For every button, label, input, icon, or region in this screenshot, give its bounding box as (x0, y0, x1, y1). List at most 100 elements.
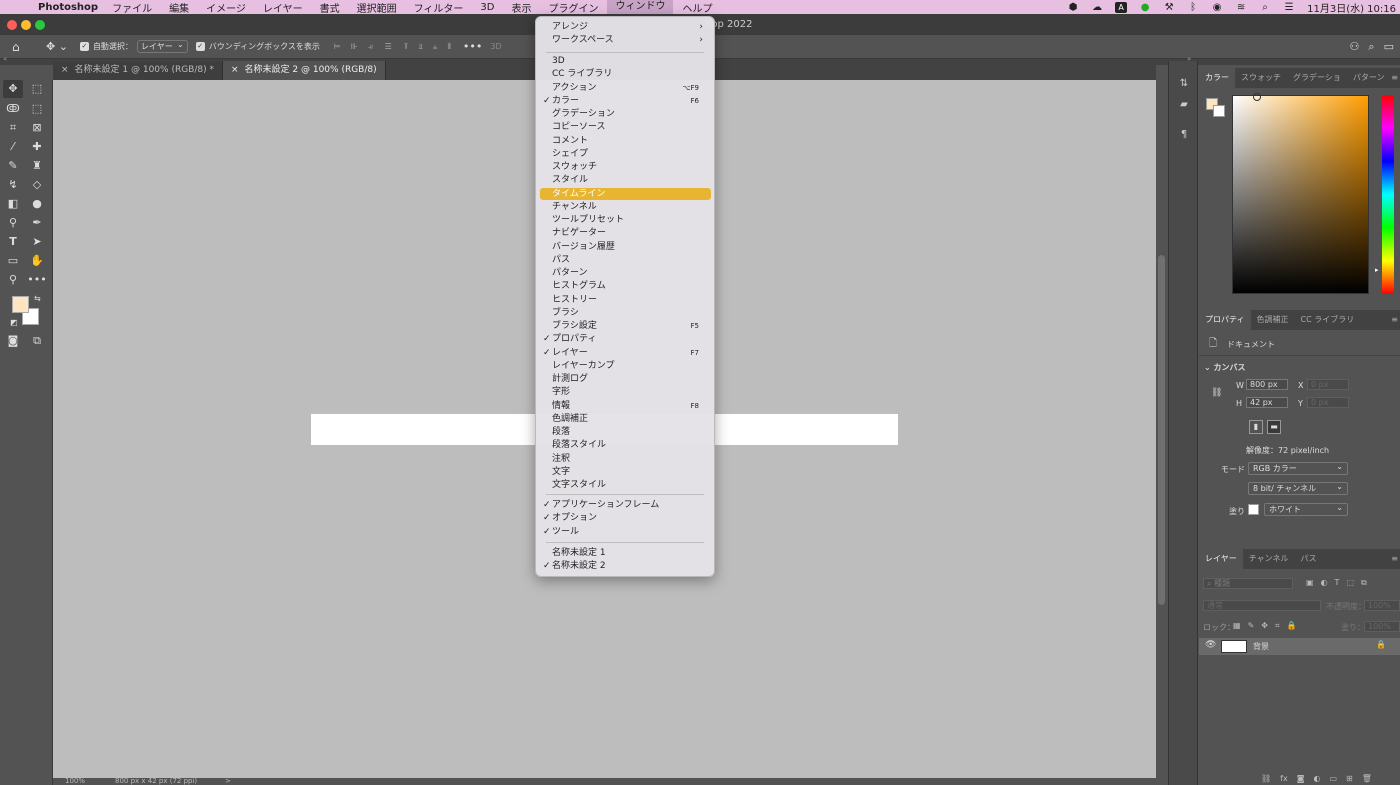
align-top-icon[interactable]: ⫪ (404, 42, 409, 52)
window-menu-item[interactable]: ✓ 名称未設定 2 (540, 560, 711, 572)
layer-name[interactable]: 背景 (1253, 641, 1269, 652)
window-menu-item[interactable]: 段落スタイル (540, 439, 711, 451)
distribute-spacing-icon[interactable]: ⦀ (447, 42, 451, 52)
height-field[interactable]: 42 px (1246, 397, 1288, 408)
path-select-tool-icon[interactable]: ➤ (27, 233, 47, 251)
menu-image[interactable]: イメージ (206, 0, 246, 15)
tab-swatches[interactable]: スウォッチ (1235, 68, 1287, 88)
color-panel-background-swatch[interactable] (1213, 105, 1225, 117)
add-mask-icon[interactable]: ◙ (1297, 774, 1305, 783)
stamp-tool-icon[interactable]: ♜ (27, 157, 47, 175)
3d-mode-label[interactable]: 3D (490, 42, 501, 51)
eyedropper-tool-icon[interactable]: ⁄ (3, 138, 23, 156)
filter-adjustment-icon[interactable]: ◐ (1321, 578, 1328, 588)
tab-gradients[interactable]: グラデーショ (1287, 68, 1347, 88)
window-menu-item[interactable]: レイヤーカンプ (540, 360, 711, 372)
window-menu-item[interactable]: バージョン履歴 (540, 241, 711, 253)
delete-layer-icon[interactable]: 🗑 (1362, 774, 1372, 783)
tab-document-1[interactable]: × 名称未設定 1 @ 100% (RGB/8) * (53, 61, 223, 80)
rectangle-tool-icon[interactable]: ▭ (3, 252, 23, 270)
window-menu-item[interactable]: グラデーション (540, 108, 711, 120)
layer-fill-field[interactable]: 100% (1364, 621, 1400, 632)
color-field[interactable] (1232, 93, 1369, 294)
menu-window[interactable]: ウィンドウ (607, 0, 674, 14)
window-menu-item[interactable]: タイムライン (540, 187, 711, 200)
layer-style-icon[interactable]: fx (1280, 774, 1288, 783)
tab-adjustments[interactable]: 色調補正 (1251, 310, 1295, 330)
menu-filter[interactable]: フィルター (414, 0, 464, 15)
lock-transparent-icon[interactable]: ▦ (1233, 621, 1241, 631)
menu-help[interactable]: ヘルプ (682, 0, 712, 15)
zoom-level[interactable]: 100% (65, 777, 85, 785)
window-menu-item[interactable]: コメント (540, 135, 711, 147)
window-menu-item[interactable]: 情報 F8 (540, 400, 711, 412)
portrait-orientation-icon[interactable]: ▮ (1249, 420, 1263, 434)
window-menu-item[interactable]: CC ライブラリ (540, 68, 711, 80)
wifi-off-icon[interactable]: ≋ (1235, 2, 1247, 13)
dodge-tool-icon[interactable]: ⚲ (3, 214, 23, 232)
close-tab-icon[interactable]: × (61, 65, 69, 75)
move-tool-preset-icon[interactable]: ✥ ⌄ (46, 40, 68, 53)
collapse-left-icon[interactable]: « (3, 55, 7, 63)
fill-select[interactable]: ホワイト (1264, 502, 1348, 516)
window-menu-item[interactable]: スタイル (540, 174, 711, 186)
brush-tool-icon[interactable]: ✎ (3, 157, 23, 175)
object-select-tool-icon[interactable]: ⬚ (27, 100, 47, 118)
new-adjustment-icon[interactable]: ◐ (1313, 774, 1320, 783)
box-icon[interactable]: ⬢ (1067, 2, 1079, 13)
tab-paths[interactable]: パス (1295, 549, 1323, 569)
color-mode-select[interactable]: RGB カラー (1248, 461, 1348, 475)
hue-slider[interactable] (1382, 95, 1394, 294)
window-menu-item[interactable]: パス (540, 254, 711, 266)
line-icon[interactable]: ● (1139, 2, 1151, 13)
color-picker-handle[interactable] (1253, 93, 1261, 101)
share-icon[interactable]: ⚇ (1350, 40, 1360, 54)
more-options-icon[interactable]: ••• (463, 40, 482, 53)
window-menu-item[interactable]: アレンジ › (540, 21, 711, 33)
window-menu-item[interactable]: ✓ レイヤー F7 (540, 347, 711, 359)
link-layers-icon[interactable]: ⛓ (1261, 774, 1271, 783)
search-icon[interactable]: ⌕ (1259, 2, 1271, 13)
align-center-icon[interactable]: ⊪ (351, 42, 358, 51)
quick-mask-icon[interactable]: ◙ (3, 332, 23, 350)
foreground-color-swatch[interactable] (12, 296, 29, 313)
window-menu-item[interactable]: ツールプリセット (540, 214, 711, 226)
window-menu-item[interactable]: 注釈 (540, 453, 711, 465)
eraser-tool-icon[interactable]: ◇ (27, 176, 47, 194)
clock[interactable]: 11月3日(水) 10:16 (1307, 0, 1396, 15)
scrollbar-thumb[interactable] (1158, 255, 1165, 605)
window-menu-item[interactable]: ✓ オプション (540, 512, 711, 524)
panel-menu-icon[interactable]: ≡ (1391, 554, 1398, 563)
window-menu-item[interactable]: ヒストリー (540, 294, 711, 306)
tab-document-2[interactable]: × 名称未設定 2 @ 100% (RGB/8) (223, 61, 386, 80)
window-menu-item[interactable]: スウォッチ (540, 161, 711, 173)
window-menu-item[interactable]: ブラシ (540, 307, 711, 319)
media-icon[interactable]: ◉ (1211, 2, 1223, 13)
healing-brush-tool-icon[interactable]: ✚ (27, 138, 47, 156)
lock-pixels-icon[interactable]: ✎ (1248, 621, 1255, 631)
distribute-icon[interactable]: ☰ (385, 42, 392, 51)
default-colors-icon[interactable]: ◩ (10, 318, 18, 327)
menu-file[interactable]: ファイル (112, 0, 152, 15)
window-menu-item[interactable]: ナビゲーター (540, 227, 711, 239)
lock-artboard-icon[interactable]: ⌗ (1275, 621, 1280, 631)
layer-row[interactable]: 👁 背景 🔒 (1199, 638, 1400, 655)
menu-plugins[interactable]: プラグイン (548, 0, 598, 15)
tab-cc-libraries[interactable]: CC ライブラリ (1295, 310, 1361, 330)
comment-icon[interactable]: ▰ (1177, 99, 1191, 113)
lock-position-icon[interactable]: ✥ (1261, 621, 1268, 631)
canvas-section-toggle[interactable]: ⌄ カンバス (1204, 362, 1246, 373)
control-center-icon[interactable]: ☰ (1283, 2, 1295, 13)
width-field[interactable]: 800 px (1246, 379, 1288, 390)
landscape-orientation-icon[interactable]: ▬ (1267, 420, 1281, 434)
menu-select[interactable]: 選択範囲 (357, 0, 397, 15)
y-field[interactable]: 0 px (1307, 397, 1349, 408)
window-menu-item[interactable]: ✓ プロパティ (540, 333, 711, 345)
paragraph-icon[interactable]: ¶ (1177, 129, 1191, 143)
creative-cloud-icon[interactable]: ☁ (1091, 2, 1103, 13)
visibility-eye-icon[interactable]: 👁 (1205, 640, 1216, 650)
link-dimensions-icon[interactable]: ⛓ (1211, 388, 1222, 398)
window-menu-item[interactable]: 字形 (540, 386, 711, 398)
bit-depth-select[interactable]: 8 bit/ チャンネル (1248, 481, 1348, 495)
menu-view[interactable]: 表示 (511, 0, 531, 15)
